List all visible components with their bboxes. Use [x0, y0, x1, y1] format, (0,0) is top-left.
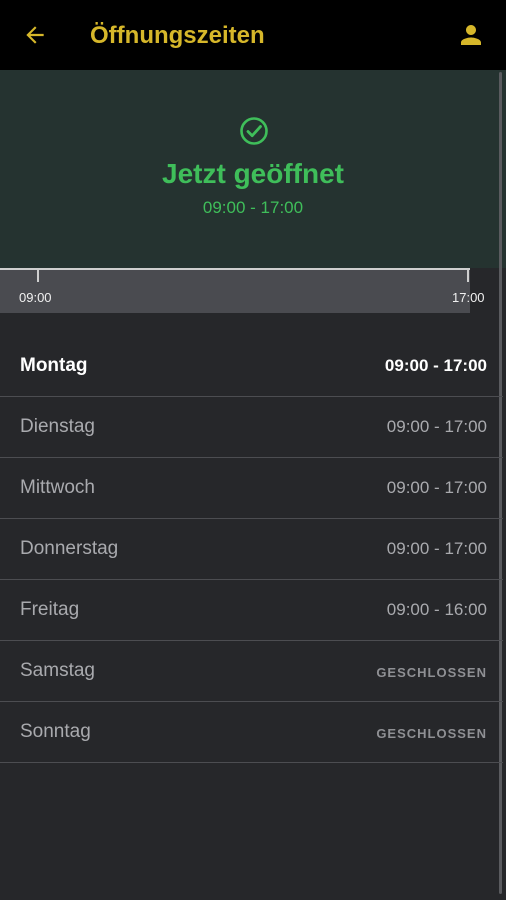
open-status-text: Jetzt geöffnet — [162, 158, 344, 189]
hours-label: 09:00 - 17:00 — [384, 356, 487, 375]
profile-button[interactable] — [454, 18, 488, 52]
day-label: Montag — [20, 355, 88, 376]
closed-label: GESCHLOSSEN — [376, 665, 487, 680]
schedule-row-mittwoch: Mittwoch 09:00 - 17:00 — [0, 458, 503, 519]
timeline-topline — [0, 268, 470, 270]
open-status-range: 09:00 - 17:00 — [202, 198, 304, 217]
hours-label: 09:00 - 17:00 — [386, 478, 487, 497]
schedule-row-sonntag: Sonntag GESCHLOSSEN — [0, 702, 503, 763]
timeline-bar — [0, 268, 470, 313]
hours-label: 09:00 - 16:00 — [386, 600, 487, 619]
back-button[interactable] — [18, 18, 52, 52]
schedule-list: Montag 09:00 - 17:00 Dienstag 09:00 - 17… — [0, 336, 503, 763]
day-label: Sonntag — [20, 721, 91, 742]
arrow-left-icon — [26, 26, 44, 44]
hours-label: 09:00 - 17:00 — [386, 539, 487, 558]
day-label: Samstag — [20, 660, 95, 681]
day-label: Mittwoch — [20, 477, 95, 498]
timeline-end-label: 17:00 — [452, 290, 485, 305]
schedule-row-freitag: Freitag 09:00 - 16:00 — [0, 580, 503, 641]
schedule-row-dienstag: Dienstag 09:00 - 17:00 — [0, 397, 503, 458]
app-bar: Öffnungszeiten — [0, 0, 506, 70]
day-label: Donnerstag — [20, 538, 119, 559]
closed-label: GESCHLOSSEN — [376, 726, 487, 741]
schedule-row-donnerstag: Donnerstag 09:00 - 17:00 — [0, 519, 503, 580]
timeline-end-tick — [467, 268, 469, 282]
day-label: Freitag — [20, 599, 80, 620]
timeline-start-label: 09:00 — [19, 290, 52, 305]
person-icon — [461, 25, 481, 45]
schedule-row-samstag: Samstag GESCHLOSSEN — [0, 641, 503, 702]
page-title: Öffnungszeiten — [90, 22, 265, 49]
opening-timeline: 09:00 17:00 — [0, 268, 506, 313]
schedule-row-montag: Montag 09:00 - 17:00 — [0, 336, 503, 397]
timeline-start-tick — [37, 268, 39, 282]
check-circle-icon — [240, 117, 268, 145]
open-status-panel: Jetzt geöffnet 09:00 - 17:00 — [0, 70, 506, 268]
hours-label: 09:00 - 17:00 — [386, 417, 487, 436]
day-label: Dienstag — [20, 416, 95, 437]
